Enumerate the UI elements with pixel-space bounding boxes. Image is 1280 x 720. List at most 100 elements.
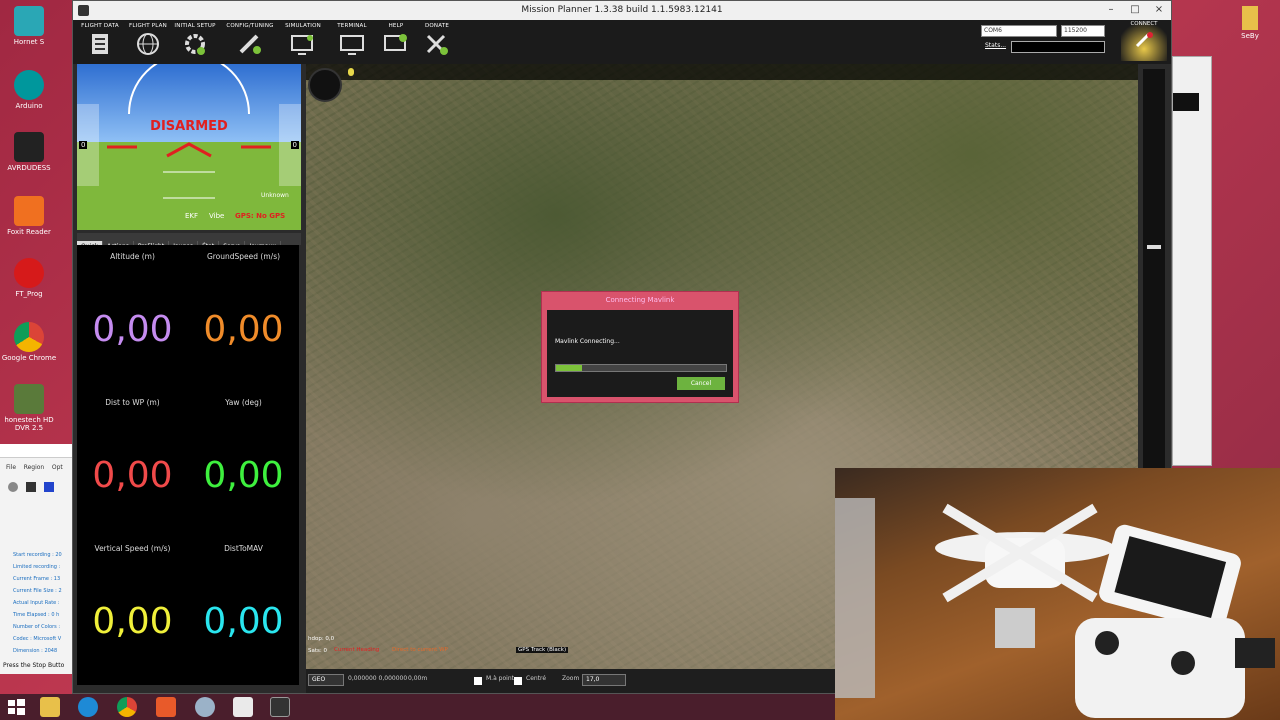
globe-icon bbox=[137, 33, 159, 55]
webcam-overlay bbox=[835, 468, 1280, 720]
background-window-dark-panel bbox=[1173, 93, 1199, 111]
plug-icon bbox=[1135, 32, 1153, 48]
centre-checkbox[interactable] bbox=[514, 677, 522, 685]
recorder-window: File Region Opt Start recording : 20 Lim… bbox=[0, 444, 72, 674]
recorder-titlebar bbox=[0, 444, 72, 458]
menu-terminal[interactable]: TERMINAL bbox=[331, 23, 373, 63]
dialog-message: Mavlink Connecting... bbox=[555, 338, 620, 345]
menu-simulation[interactable]: SIMULATION bbox=[281, 23, 325, 63]
quick-yaw[interactable]: Yaw (deg) 0,00 bbox=[188, 391, 299, 537]
record-icon[interactable] bbox=[8, 482, 18, 492]
window-titlebar: Mission Planner 1.3.38 build 1.1.5983.12… bbox=[73, 1, 1171, 20]
capture-taskbar-icon[interactable] bbox=[233, 697, 253, 717]
internet-explorer-icon[interactable] bbox=[78, 697, 98, 717]
coord-system-select[interactable]: GEO bbox=[308, 674, 344, 686]
drone-illustration bbox=[835, 498, 1275, 718]
baud-rate-select[interactable]: 115200 bbox=[1061, 25, 1105, 37]
connect-progress-bar bbox=[555, 364, 727, 372]
folder-icon bbox=[1242, 6, 1258, 30]
map-status: hdop: 0,0 Sats: 0 Current Heading Direct… bbox=[306, 635, 906, 659]
quick-groundspeed[interactable]: GroundSpeed (m/s) 0,00 bbox=[188, 245, 299, 391]
recorder-footer: Press the Stop Butto bbox=[3, 662, 65, 669]
map-zoom-scrollbar[interactable] bbox=[1143, 69, 1165, 469]
stats-link[interactable]: Stats... bbox=[985, 42, 1006, 49]
minimize-icon[interactable]: – bbox=[1099, 1, 1123, 20]
quick-view: Altitude (m) 0,00 GroundSpeed (m/s) 0,00… bbox=[77, 245, 299, 685]
stop-icon[interactable] bbox=[26, 482, 36, 492]
flight-data-icon bbox=[92, 34, 108, 54]
app-icon bbox=[78, 5, 89, 16]
ftprog-icon bbox=[14, 258, 44, 288]
legend-current-heading: Current Heading bbox=[334, 647, 380, 653]
chrome-taskbar-icon[interactable] bbox=[117, 697, 137, 717]
help-icon bbox=[384, 34, 407, 51]
hud-gps-status: GPS: No GPS bbox=[235, 212, 286, 220]
legend-direct-wp: Direct to current WP bbox=[392, 647, 448, 653]
recorder-taskbar-icon[interactable] bbox=[195, 697, 215, 717]
desktop-icon-honestech[interactable]: honestech HD DVR 2.5 bbox=[0, 384, 58, 432]
dialog-body: Mavlink Connecting... Cancel bbox=[547, 310, 733, 397]
region-icon[interactable] bbox=[44, 482, 54, 492]
desktop-icon-arduino[interactable]: Arduino bbox=[0, 70, 58, 110]
quick-dist-to-mav[interactable]: DistToMAV 0,00 bbox=[188, 537, 299, 683]
menu-initial-setup[interactable]: INITIAL SETUP bbox=[173, 23, 217, 63]
hud-airspeed-readout: 0 bbox=[79, 141, 88, 149]
desktop-icon-ftprog[interactable]: FT_Prog bbox=[0, 258, 58, 298]
ma-point-label: M.à point bbox=[486, 675, 514, 682]
hdop-readout: hdop: 0,0 bbox=[308, 636, 335, 642]
desktop-icon-chrome[interactable]: Google Chrome bbox=[0, 322, 58, 362]
terminal-icon bbox=[340, 35, 364, 55]
hud-ekf: EKF bbox=[185, 212, 199, 220]
quick-vertical-speed[interactable]: Vertical Speed (m/s) 0,00 bbox=[77, 537, 188, 683]
menu-flight-data[interactable]: FLIGHT DATA bbox=[77, 23, 123, 63]
sats-readout: Sats: 0 bbox=[308, 648, 327, 654]
connecting-dialog: Connecting Mavlink Mavlink Connecting...… bbox=[541, 291, 739, 403]
avrdudess-icon bbox=[14, 132, 44, 162]
menu-flight-plan[interactable]: FLIGHT PLAN bbox=[125, 23, 171, 63]
hud-mode: Unknown bbox=[261, 192, 289, 199]
menu-help[interactable]: HELP bbox=[377, 23, 415, 63]
zoom-label: Zoom bbox=[562, 675, 580, 682]
map-slider-handle[interactable] bbox=[348, 68, 354, 76]
mission-planner-taskbar-icon[interactable] bbox=[270, 697, 290, 717]
hornet-icon bbox=[14, 6, 44, 36]
matlab-icon[interactable] bbox=[156, 697, 176, 717]
menu-config-tuning[interactable]: CONFIG/TUNING bbox=[223, 23, 277, 63]
zoom-scrollbar-thumb[interactable] bbox=[1147, 245, 1161, 249]
background-window bbox=[1172, 56, 1212, 466]
hud-overlay bbox=[77, 64, 301, 199]
arduino-icon bbox=[14, 70, 44, 100]
recorder-menu: File Region Opt bbox=[6, 464, 63, 471]
ma-point-checkbox[interactable] bbox=[474, 677, 482, 685]
flight-data-tabs: QuickActionsPreFlightJaugesÉtatServoJour… bbox=[77, 233, 301, 253]
foxit-icon bbox=[14, 196, 44, 226]
dialog-title: Connecting Mavlink bbox=[605, 296, 675, 304]
legend-gps-track: GPS Track (Black) bbox=[516, 647, 569, 653]
windows-start-icon[interactable] bbox=[6, 697, 26, 717]
map-top-strip bbox=[306, 64, 1138, 80]
file-explorer-icon[interactable] bbox=[40, 697, 60, 717]
connect-button[interactable]: CONNECT bbox=[1121, 21, 1167, 61]
hud-altitude-readout: 0 bbox=[290, 141, 299, 149]
wrench-icon bbox=[239, 34, 261, 54]
hud-display: DISARMED 0 0 EKF Vibe GPS: No GPS Unknow… bbox=[77, 64, 301, 230]
quick-dist-to-wp[interactable]: Dist to WP (m) 0,00 bbox=[77, 391, 188, 537]
quick-altitude[interactable]: Altitude (m) 0,00 bbox=[77, 245, 188, 391]
connect-progress-fill bbox=[556, 365, 582, 371]
donate-plane-icon bbox=[426, 34, 448, 55]
desktop-icon-avrdudess[interactable]: AVRDUDESS bbox=[0, 132, 58, 172]
desktop-icon-hornet[interactable]: Hornet S bbox=[0, 6, 58, 46]
coords-readout: 0,000000 0,000000 bbox=[348, 675, 408, 682]
com-port-select[interactable]: COM6 bbox=[981, 25, 1057, 37]
compass-icon bbox=[308, 68, 342, 102]
menu-donate[interactable]: DONATE bbox=[417, 23, 457, 63]
close-icon[interactable]: × bbox=[1147, 1, 1171, 20]
zoom-input[interactable]: 17,0 bbox=[582, 674, 626, 686]
main-menu: FLIGHT DATA FLIGHT PLAN INITIAL SETUP CO… bbox=[73, 20, 1171, 64]
armed-status: DISARMED bbox=[150, 119, 228, 134]
desktop-icon-foxit[interactable]: Foxit Reader bbox=[0, 196, 58, 236]
maximize-icon[interactable]: □ bbox=[1123, 1, 1147, 20]
desktop-icon-seby[interactable]: SeBy bbox=[1228, 6, 1272, 40]
hud-vibe: Vibe bbox=[209, 212, 225, 220]
cancel-button[interactable]: Cancel bbox=[677, 377, 725, 390]
